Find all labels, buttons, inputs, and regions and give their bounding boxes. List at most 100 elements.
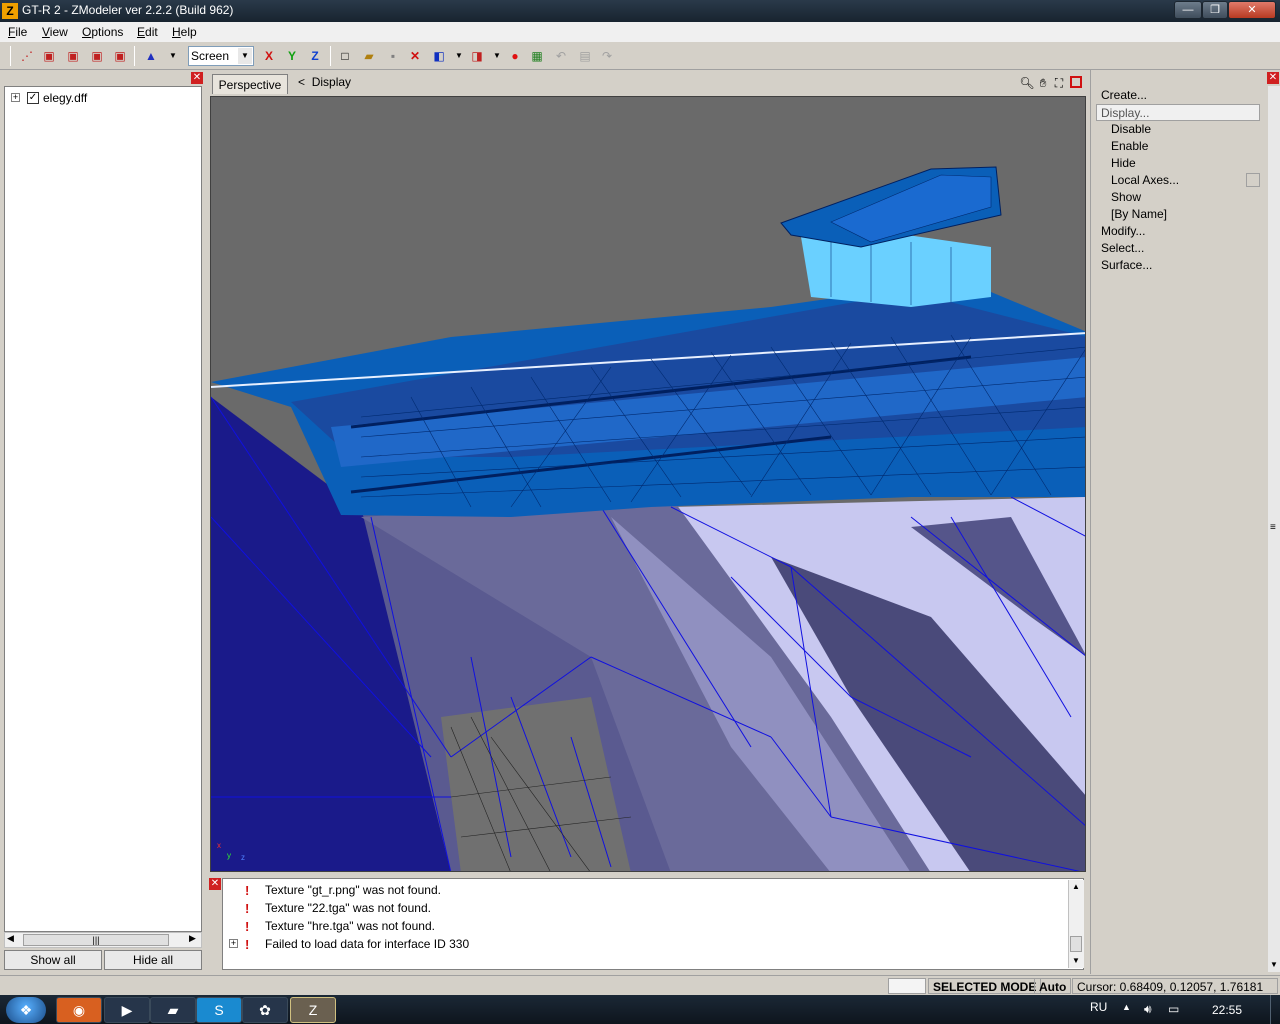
menu-help[interactable]: Help	[172, 25, 197, 39]
tray-language[interactable]: RU	[1090, 1000, 1107, 1014]
import-icon[interactable]: ◧	[430, 47, 448, 65]
minimize-button[interactable]: —	[1174, 1, 1202, 19]
log-entry: ! Texture "22.tga" was not found.	[223, 899, 1063, 917]
log-entry-text: Failed to load data for interface ID 330	[265, 937, 470, 951]
mesh-render	[211, 166, 1085, 871]
object-mode-icon[interactable]: ▣	[88, 47, 106, 65]
close-button[interactable]: ✕	[1228, 1, 1276, 19]
hide-all-button[interactable]: Hide all	[104, 950, 202, 970]
command-display[interactable]: Display...	[1096, 104, 1260, 121]
history-icon[interactable]: ▤	[576, 47, 594, 65]
scrollbar-thumb[interactable]	[1070, 936, 1082, 952]
tab-perspective[interactable]: Perspective	[212, 74, 288, 94]
group-mode-icon[interactable]: ▣	[111, 47, 129, 65]
breadcrumb: < Display	[298, 75, 351, 89]
command-create[interactable]: Create...	[1101, 87, 1147, 104]
render-icon[interactable]: ▦	[528, 47, 546, 65]
open-folder-icon[interactable]: ▰	[360, 47, 378, 65]
pointer-tool-icon[interactable]: ▲	[142, 47, 160, 65]
vertex-mode-icon[interactable]: ⋰	[18, 47, 36, 65]
axis-z-toggle[interactable]: Z	[306, 47, 324, 65]
main-toolbar: ⋰ ▣ ▣ ▣ ▣ ▲ ▼ Screen ▼ X Y Z □ ▰ ▪ ✕ ◧ ▼…	[0, 42, 1280, 70]
command-panel-scrollbar[interactable]: ≡ ▼	[1268, 86, 1280, 972]
taskbar-explorer-icon[interactable]: ▰	[150, 997, 196, 1023]
show-desktop-button[interactable]	[1270, 995, 1280, 1024]
network-icon[interactable]: ▭	[1168, 1002, 1179, 1016]
redo-icon[interactable]: ↷	[598, 47, 616, 65]
status-auto[interactable]: Auto	[1034, 978, 1072, 994]
visibility-checkbox[interactable]: ✓	[27, 92, 39, 104]
show-all-button[interactable]: Show all	[4, 950, 102, 970]
log-vertical-scrollbar[interactable]: ▲ ▼	[1068, 880, 1084, 968]
toolbar-separator	[330, 46, 331, 66]
command-modify[interactable]: Modify...	[1101, 223, 1145, 240]
scroll-down-icon[interactable]: ▼	[1072, 956, 1080, 965]
log-entry-text: Texture "22.tga" was not found.	[265, 901, 431, 915]
restore-button[interactable]: ❐	[1202, 1, 1228, 19]
command-by-name[interactable]: [By Name]	[1111, 206, 1167, 223]
save-icon[interactable]: ▪	[384, 47, 402, 65]
command-enable[interactable]: Enable	[1111, 138, 1148, 155]
zmodeler-app-icon: Z	[2, 3, 18, 19]
title-bar: Z GT-R 2 - ZModeler ver 2.2.2 (Build 962…	[0, 0, 1280, 22]
warning-icon: !	[245, 901, 250, 916]
maximize-viewport-icon[interactable]	[1070, 76, 1082, 88]
axis-x-toggle[interactable]: X	[260, 47, 278, 65]
command-disable[interactable]: Disable	[1111, 121, 1151, 138]
export-icon[interactable]: ◨	[468, 47, 486, 65]
taskbar-zmodeler-icon[interactable]: Z	[290, 997, 336, 1023]
close-icon[interactable]: ✕	[191, 72, 203, 84]
command-show[interactable]: Show	[1111, 189, 1141, 206]
message-log: ! Texture "gt_r.png" was not found. ! Te…	[222, 878, 1084, 970]
status-bar: SELECTED MODE Auto Cursor: 0.68409, 0.12…	[0, 975, 1280, 995]
command-hide[interactable]: Hide	[1111, 155, 1136, 172]
scrollbar-thumb[interactable]: |||	[23, 934, 169, 946]
new-file-icon[interactable]: □	[336, 47, 354, 65]
tree-horizontal-scrollbar[interactable]: ◀ ||| ▶	[4, 932, 202, 948]
expand-icon[interactable]: +	[11, 93, 20, 102]
close-icon[interactable]: ✕	[209, 878, 221, 890]
face-mode-icon[interactable]: ▣	[64, 47, 82, 65]
menu-view[interactable]: View	[42, 25, 68, 39]
taskbar-media-player-icon[interactable]: ▶	[104, 997, 150, 1023]
axis-y-toggle[interactable]: Y	[283, 47, 301, 65]
breadcrumb-back[interactable]: <	[298, 75, 305, 89]
start-button[interactable]: ❖	[6, 997, 46, 1023]
menu-options[interactable]: Options	[82, 25, 123, 39]
delete-icon[interactable]: ✕	[406, 47, 424, 65]
chevron-down-icon[interactable]: ▼	[488, 47, 506, 65]
scroll-down-icon[interactable]: ▼	[1270, 960, 1278, 969]
warning-icon: !	[245, 937, 250, 952]
command-local-axes[interactable]: Local Axes...	[1111, 172, 1179, 189]
expand-icon[interactable]: +	[229, 939, 238, 948]
chevron-down-icon[interactable]: ▼	[450, 47, 468, 65]
tray-clock[interactable]: 22:55	[1212, 1003, 1242, 1017]
command-select[interactable]: Select...	[1101, 240, 1144, 257]
fit-view-icon[interactable]: ⛶	[1050, 74, 1068, 92]
menu-edit[interactable]: Edit	[137, 25, 158, 39]
status-blank-field	[888, 978, 926, 994]
close-icon[interactable]: ✕	[1267, 72, 1279, 84]
coordinate-space-select[interactable]: Screen ▼	[188, 46, 254, 66]
chevron-down-icon[interactable]: ▼	[164, 47, 182, 65]
tree-item[interactable]: + ✓ elegy.dff	[5, 87, 201, 109]
taskbar-app-icon[interactable]: ✿	[242, 997, 288, 1023]
edge-mode-icon[interactable]: ▣	[40, 47, 58, 65]
local-axes-options-button[interactable]	[1246, 173, 1260, 187]
tray-expand-icon[interactable]: ▲	[1122, 1002, 1131, 1012]
scroll-right-icon[interactable]: ▶	[189, 933, 196, 944]
command-surface[interactable]: Surface...	[1101, 257, 1152, 274]
scroll-left-icon[interactable]: ◀	[7, 933, 14, 944]
taskbar-skype-icon[interactable]: S	[196, 997, 242, 1023]
volume-icon[interactable]: 🔊︎	[1144, 1002, 1152, 1017]
warning-icon: !	[245, 919, 250, 934]
undo-icon[interactable]: ↶	[552, 47, 570, 65]
taskbar-firefox-icon[interactable]: ◉	[56, 997, 102, 1023]
perspective-viewport[interactable]: x y z	[210, 96, 1086, 872]
scrollbar-grip[interactable]: ≡	[1270, 522, 1276, 533]
log-entry-text: Texture "gt_r.png" was not found.	[265, 883, 441, 897]
record-icon[interactable]: ●	[506, 47, 524, 65]
log-entry[interactable]: + ! Failed to load data for interface ID…	[223, 935, 1063, 953]
scroll-up-icon[interactable]: ▲	[1072, 882, 1080, 891]
menu-file[interactable]: File	[8, 25, 27, 39]
